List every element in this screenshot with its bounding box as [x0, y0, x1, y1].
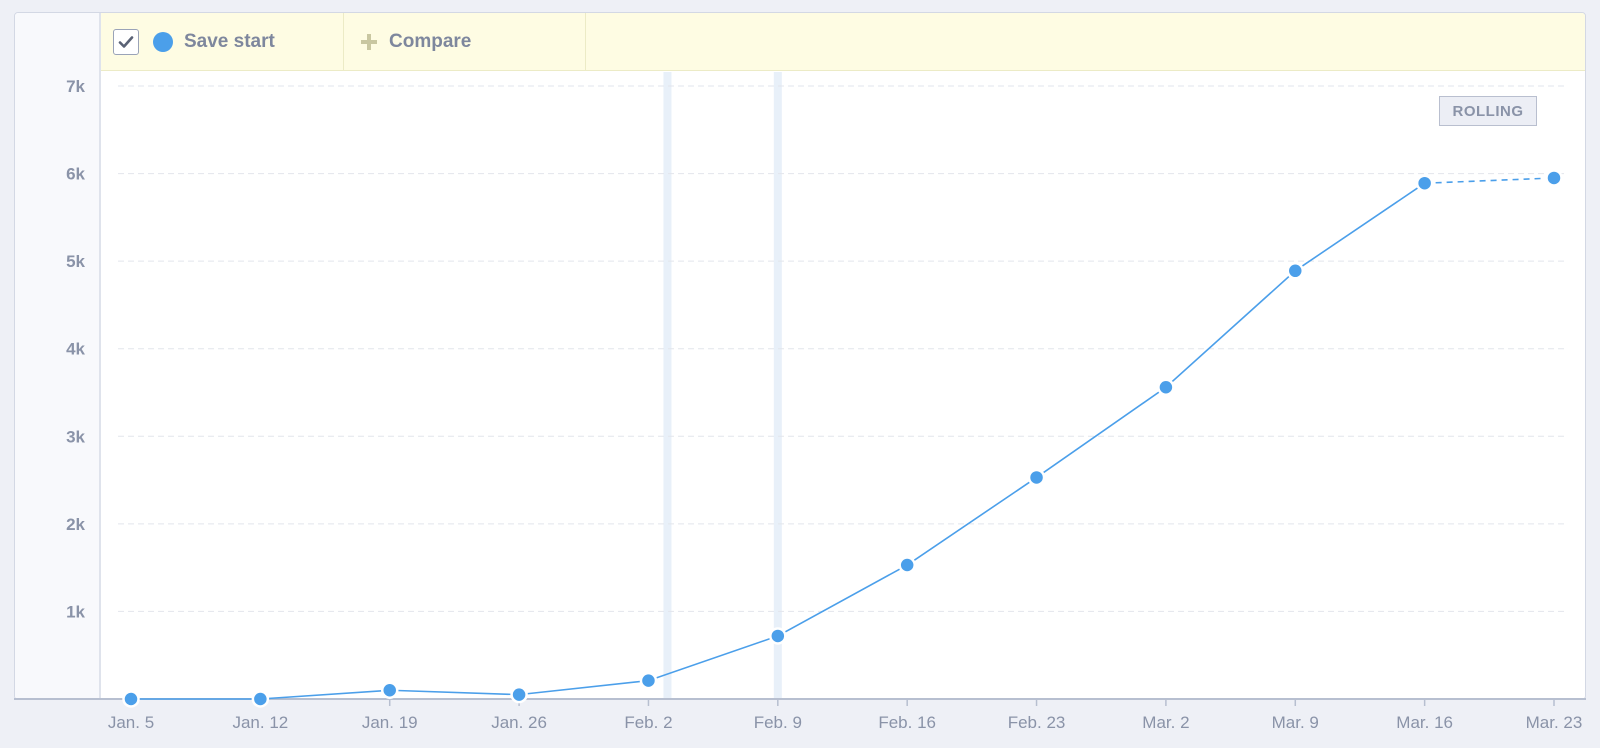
data-point [380, 681, 399, 699]
data-point [1415, 174, 1434, 192]
line-chart: 1k 2k 3k 4k 5k 6k 7k Jan. 5 Jan. 12 Jan. 19 Jan. 2… [14, 72, 1586, 732]
data-point [122, 690, 140, 708]
x-tick-label: Jan. 19 [362, 713, 418, 732]
series-line-projection [1424, 177, 1555, 185]
data-point [1545, 169, 1563, 187]
y-tick-label: 4k [66, 340, 85, 359]
data-point [639, 671, 658, 690]
y-tick-label: 1k [66, 602, 85, 621]
data-point [769, 627, 787, 645]
y-tick-label: 2k [66, 515, 85, 534]
data-point [1157, 378, 1175, 396]
y-tick-label: 3k [66, 427, 85, 446]
data-point [251, 690, 270, 708]
x-tick-label: Mar. 2 [1142, 713, 1189, 732]
y-tick-label: 7k [66, 77, 85, 96]
x-tick-label: Feb. 2 [624, 713, 672, 732]
x-tick-label: Mar. 16 [1396, 713, 1453, 732]
x-tick-label: Jan. 26 [491, 713, 547, 732]
x-tick-label: Mar. 23 [1526, 713, 1583, 732]
x-tick-label: Mar. 9 [1272, 713, 1319, 732]
x-tick-label: Jan. 5 [108, 713, 154, 732]
x-tick-label: Feb. 23 [1008, 713, 1066, 732]
marker-band [663, 72, 672, 699]
x-tick-label: Jan. 12 [232, 713, 288, 732]
x-tick-label: Feb. 16 [878, 713, 936, 732]
data-point [510, 685, 528, 704]
y-tick-label: 5k [66, 252, 85, 271]
y-tick-label: 6k [66, 165, 85, 184]
data-point [1286, 262, 1305, 280]
data-point [1027, 468, 1046, 487]
x-tick-label: Feb. 9 [754, 713, 802, 732]
data-point [898, 556, 916, 574]
marker-band [773, 72, 782, 699]
